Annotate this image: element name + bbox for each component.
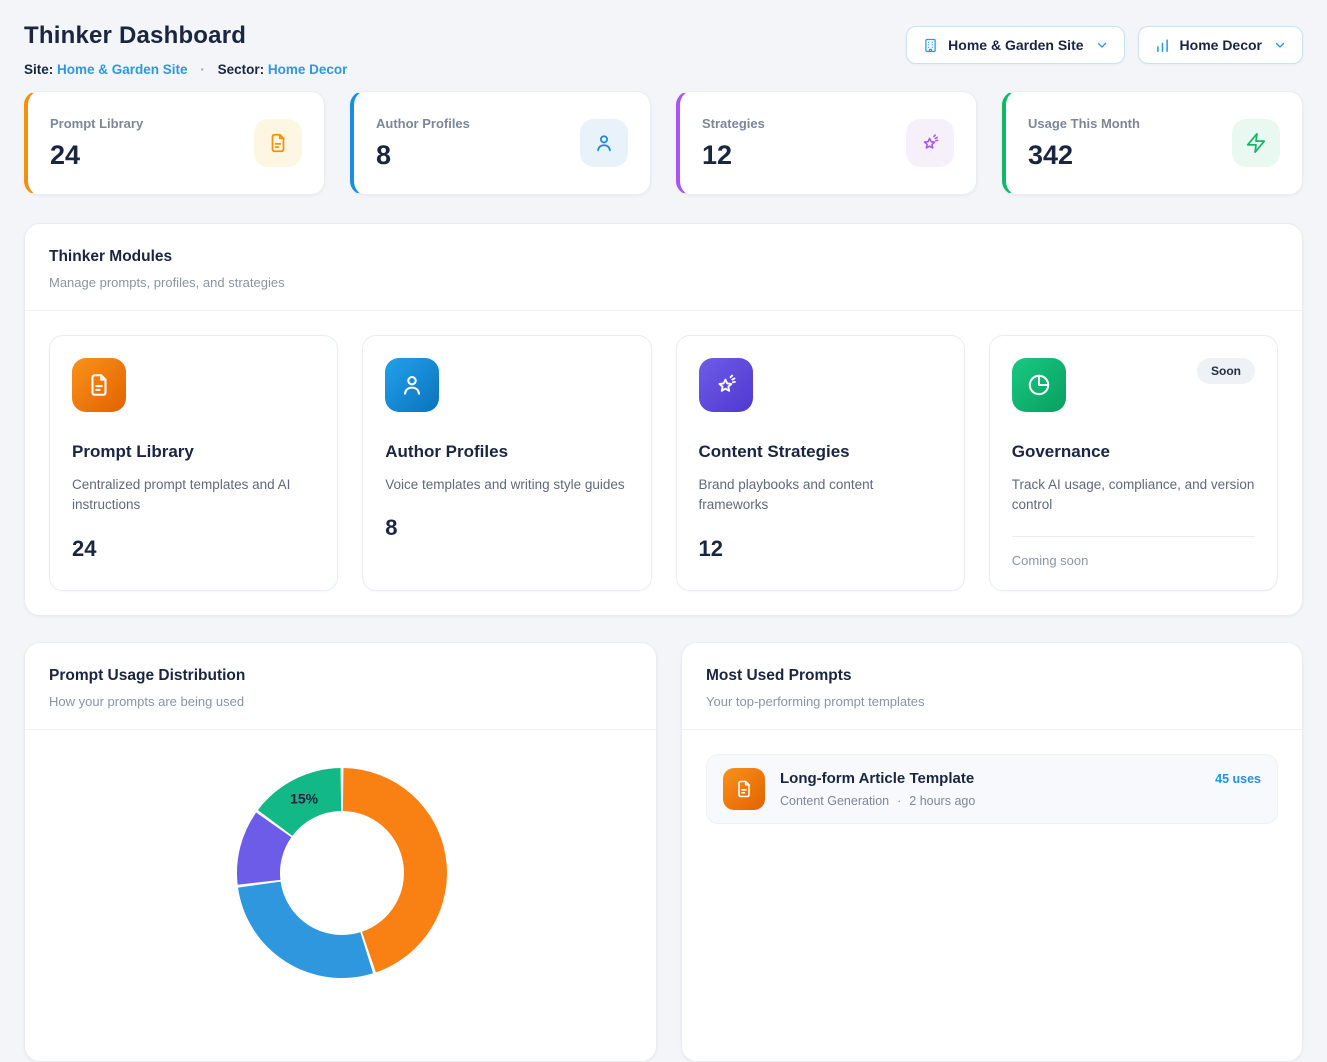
prompt-item-title: Long-form Article Template	[780, 770, 974, 787]
stat-text: Usage This Month 342	[1028, 116, 1140, 171]
stat-value: 12	[702, 140, 765, 171]
breadcrumb: Site: Home & Garden Site · Sector: Home …	[24, 62, 347, 77]
prompt-item-time: 2 hours ago	[909, 794, 975, 808]
document-icon	[72, 358, 126, 412]
prompt-item-category: Content Generation	[780, 794, 889, 808]
prompt-list-item[interactable]: Long-form Article Template 45 uses Conte…	[706, 754, 1278, 824]
chevron-down-icon	[1273, 38, 1287, 52]
usage-donut-chart: 15%	[25, 730, 656, 1030]
user-icon	[385, 358, 439, 412]
usage-panel-subtitle: How your prompts are being used	[49, 694, 632, 709]
prompt-item-meta: Content Generation · 2 hours ago	[780, 794, 1261, 808]
separator-dot: ·	[897, 794, 901, 808]
bar-chart-icon	[1154, 37, 1171, 54]
prompt-item-uses: 45 uses	[1215, 772, 1261, 786]
module-title: Content Strategies	[699, 442, 942, 462]
sector-selector-dropdown[interactable]: Home Decor	[1138, 26, 1303, 64]
stat-value: 24	[50, 140, 143, 171]
stat-label: Usage This Month	[1028, 116, 1140, 131]
site-selector-label: Home & Garden Site	[948, 37, 1083, 53]
page-title: Thinker Dashboard	[24, 22, 347, 50]
module-description: Voice templates and writing style guides	[385, 475, 628, 495]
module-card-author-profiles[interactable]: Author Profiles Voice templates and writ…	[362, 335, 651, 591]
prompt-item-body: Long-form Article Template 45 uses Conte…	[780, 770, 1261, 808]
sector-label: Sector:	[218, 62, 265, 77]
donut-slice-label: 15%	[290, 790, 319, 806]
sector-link[interactable]: Home Decor	[268, 62, 348, 77]
module-title: Author Profiles	[385, 442, 628, 462]
sector-selector-label: Home Decor	[1180, 37, 1262, 53]
usage-panel-title: Prompt Usage Distribution	[49, 667, 632, 685]
document-icon	[723, 768, 765, 810]
stat-value: 8	[376, 140, 470, 171]
prompts-panel-title: Most Used Prompts	[706, 667, 1278, 685]
module-description: Brand playbooks and content frameworks	[699, 475, 942, 516]
module-title: Governance	[1012, 442, 1255, 462]
stats-row: Prompt Library 24 Author Profiles 8 Stra…	[24, 91, 1303, 195]
prompts-panel-subtitle: Your top-performing prompt templates	[706, 694, 1278, 709]
topbar: Thinker Dashboard Site: Home & Garden Si…	[24, 18, 1303, 77]
module-card-prompt-library[interactable]: Prompt Library Centralized prompt templa…	[49, 335, 338, 591]
stat-label: Author Profiles	[376, 116, 470, 131]
modules-panel-header: Thinker Modules Manage prompts, profiles…	[25, 224, 1302, 311]
module-description: Centralized prompt templates and AI inst…	[72, 475, 315, 516]
stat-card-usage: Usage This Month 342	[1002, 91, 1303, 195]
slice-offscreen	[238, 881, 373, 977]
stat-label: Strategies	[702, 116, 765, 131]
separator-dot: ·	[200, 62, 205, 77]
usage-distribution-panel: Prompt Usage Distribution How your promp…	[24, 642, 657, 1062]
modules-grid: Prompt Library Centralized prompt templa…	[25, 311, 1302, 615]
stat-card-prompt-library: Prompt Library 24	[24, 91, 325, 195]
module-count: 24	[72, 536, 315, 562]
star-icon	[906, 119, 954, 167]
chart-area: 15%	[25, 730, 656, 1030]
module-card-governance: Soon Governance Track AI usage, complian…	[989, 335, 1278, 591]
stat-card-author-profiles: Author Profiles 8	[350, 91, 651, 195]
coming-soon-text: Coming soon	[1012, 553, 1255, 568]
site-link[interactable]: Home & Garden Site	[57, 62, 188, 77]
user-icon	[580, 119, 628, 167]
document-icon	[254, 119, 302, 167]
modules-panel: Thinker Modules Manage prompts, profiles…	[24, 223, 1303, 616]
module-count: 12	[699, 536, 942, 562]
site-selector-dropdown[interactable]: Home & Garden Site	[906, 26, 1124, 64]
dashboard-page: Thinker Dashboard Site: Home & Garden Si…	[0, 0, 1327, 1062]
prompts-panel-header: Most Used Prompts Your top-performing pr…	[682, 643, 1302, 730]
header-left: Thinker Dashboard Site: Home & Garden Si…	[24, 18, 347, 77]
prompt-item-top: Long-form Article Template 45 uses	[780, 770, 1261, 787]
modules-panel-title: Thinker Modules	[49, 248, 1278, 266]
pie-chart-icon	[1012, 358, 1066, 412]
module-card-content-strategies[interactable]: Content Strategies Brand playbooks and c…	[676, 335, 965, 591]
stat-text: Prompt Library 24	[50, 116, 143, 171]
stat-text: Author Profiles 8	[376, 116, 470, 171]
header-selectors: Home & Garden Site Home Decor	[906, 26, 1303, 64]
bolt-icon	[1232, 119, 1280, 167]
stat-value: 342	[1028, 140, 1140, 171]
stat-label: Prompt Library	[50, 116, 143, 131]
most-used-prompts-panel: Most Used Prompts Your top-performing pr…	[681, 642, 1303, 1062]
module-title: Prompt Library	[72, 442, 315, 462]
site-label: Site:	[24, 62, 53, 77]
building-icon	[922, 37, 939, 54]
module-divider	[1012, 536, 1255, 537]
usage-panel-header: Prompt Usage Distribution How your promp…	[25, 643, 656, 730]
bottom-row: Prompt Usage Distribution How your promp…	[24, 642, 1303, 1062]
modules-panel-subtitle: Manage prompts, profiles, and strategies	[49, 275, 1278, 290]
stat-card-strategies: Strategies 12	[676, 91, 977, 195]
star-icon	[699, 358, 753, 412]
chevron-down-icon	[1095, 38, 1109, 52]
module-description: Track AI usage, compliance, and version …	[1012, 475, 1255, 516]
module-count: 8	[385, 515, 628, 541]
soon-badge: Soon	[1197, 358, 1255, 384]
stat-text: Strategies 12	[702, 116, 765, 171]
